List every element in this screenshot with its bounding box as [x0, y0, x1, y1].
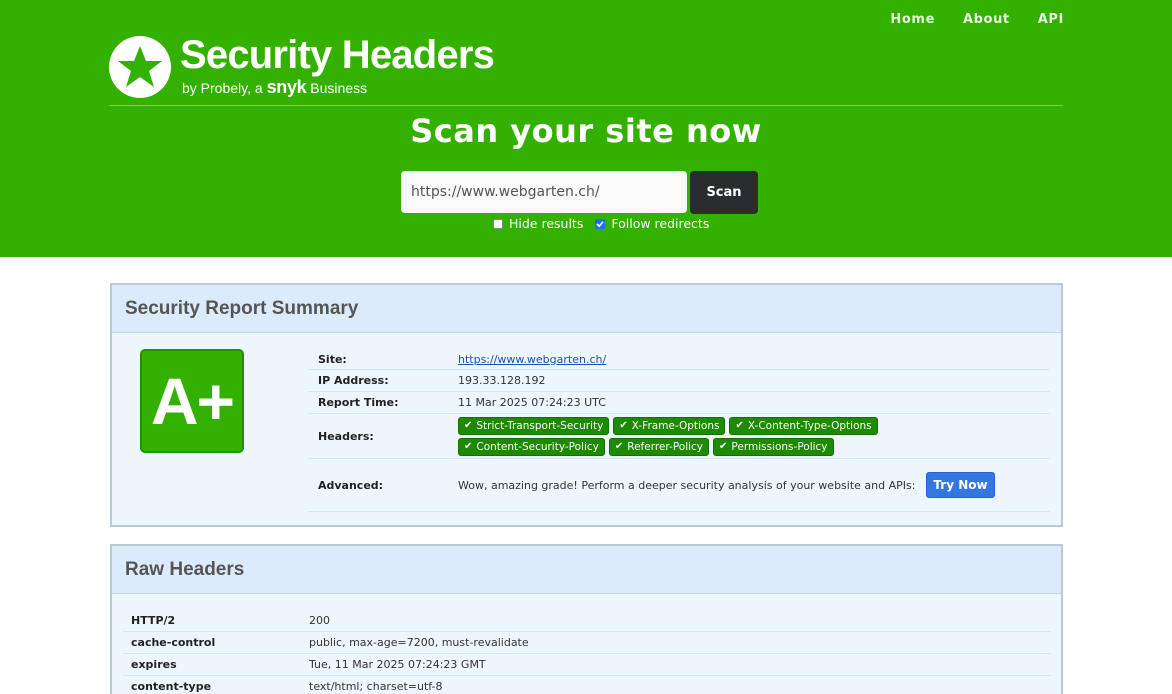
- header-key: HTTP/2: [131, 614, 176, 627]
- raw-headers-header: Raw Headers: [112, 546, 1061, 594]
- check-icon: ✔: [464, 420, 473, 431]
- site-logo[interactable]: Security Headers by Probely, a snyk Busi…: [109, 33, 495, 98]
- summary-table: Site: https://www.webgarten.ch/ IP Addre…: [308, 349, 1050, 512]
- advanced-label: Advanced:: [318, 478, 384, 492]
- hide-results-option[interactable]: Hide results: [493, 216, 583, 231]
- grade-badge: A+: [140, 349, 244, 453]
- site-link[interactable]: https://www.webgarten.ch/: [458, 353, 606, 366]
- report-time-row: Report Time: 11 Mar 2025 07:24:23 UTC: [308, 392, 1050, 414]
- header-badge[interactable]: ✔ X-Content-Type-Options: [729, 416, 878, 435]
- grade-value: A+: [150, 364, 235, 438]
- logo-title: Security Headers: [180, 33, 495, 77]
- nav-about-link[interactable]: About: [963, 12, 1010, 27]
- raw-headers: Raw Headers HTTP/2 200 cache-control pub…: [110, 544, 1063, 694]
- table-row: expires Tue, 11 Mar 2025 07:24:23 GMT: [123, 654, 1051, 676]
- header-key: cache-control: [131, 636, 216, 649]
- check-icon: ✔: [614, 441, 624, 452]
- follow-redirects-label: Follow redirects: [611, 216, 710, 231]
- headers-row: Headers: ✔ Strict-Transport-Security ✔ X-F…: [308, 414, 1050, 459]
- header-badge[interactable]: ✔ Referrer-Policy: [608, 437, 710, 456]
- advanced-text: Wow, amazing grade! Perform a deeper sec…: [458, 478, 916, 492]
- site-label: Site:: [318, 352, 347, 366]
- checkmark-icon: [596, 220, 604, 227]
- table-row: content-type text/html; charset=utf-8: [123, 676, 1051, 694]
- table-row: cache-control public, max-age=7200, must…: [123, 632, 1051, 654]
- nav-home-link[interactable]: Home: [890, 12, 935, 27]
- hide-results-checkbox[interactable]: [493, 218, 503, 229]
- table-row: HTTP/2 200: [123, 610, 1051, 632]
- follow-redirects-option[interactable]: Follow redirects: [595, 216, 709, 231]
- follow-redirects-checkbox[interactable]: [595, 218, 606, 229]
- header-value: public, max-age=7200, must-revalidate: [309, 636, 529, 649]
- header-value: 200: [309, 614, 330, 627]
- security-report-summary: Security Report Summary A+ Site: https:/…: [110, 283, 1063, 527]
- hero-banner: Home About API Security Headers by Probe…: [0, 0, 1172, 257]
- raw-headers-table: HTTP/2 200 cache-control public, max-age…: [123, 610, 1051, 694]
- hero-title: Scan your site now: [410, 112, 762, 150]
- header-value: text/html; charset=utf-8: [309, 680, 443, 693]
- check-icon: ✔: [619, 420, 628, 431]
- report-time-value: 11 Mar 2025 07:24:23 UTC: [458, 396, 606, 409]
- ip-row: IP Address: 193.33.128.192: [308, 370, 1050, 392]
- logo-subtitle: by Probely, a snyk Business: [182, 77, 368, 97]
- header-badges: ✔ Strict-Transport-Security ✔ X-Frame-Opti…: [458, 416, 998, 456]
- headers-label: Headers:: [318, 429, 374, 443]
- header-badge[interactable]: ✔ Permissions-Policy: [713, 437, 834, 456]
- header-badge[interactable]: ✔ Content-Security-Policy: [458, 437, 605, 456]
- check-icon: ✔: [464, 441, 473, 452]
- hero-divider: [109, 105, 1063, 106]
- header-key: content-type: [131, 680, 212, 693]
- scan-form: Scan: [401, 171, 758, 214]
- raw-headers-title: Raw Headers: [125, 558, 245, 580]
- nav-api-link[interactable]: API: [1038, 12, 1064, 27]
- scan-options: Hide results Follow redirects: [493, 216, 721, 231]
- header-badge[interactable]: ✔ Strict-Transport-Security: [458, 416, 610, 435]
- site-row: Site: https://www.webgarten.ch/: [308, 349, 1050, 370]
- report-time-label: Report Time:: [318, 396, 399, 409]
- scan-button[interactable]: Scan: [690, 171, 758, 214]
- snyk-wordmark: snyk: [266, 77, 307, 97]
- advanced-row: Advanced: Wow, amazing grade! Perform a …: [308, 459, 1050, 512]
- ip-label: IP Address:: [318, 374, 389, 387]
- summary-header: Security Report Summary: [112, 285, 1061, 333]
- top-nav: Home About API: [890, 12, 1064, 27]
- ip-value: 193.33.128.192: [458, 374, 546, 387]
- header-value: Tue, 11 Mar 2025 07:24:23 GMT: [309, 658, 486, 671]
- summary-title: Security Report Summary: [125, 297, 359, 319]
- check-icon: ✔: [719, 441, 728, 452]
- try-now-button[interactable]: Try Now: [926, 472, 995, 498]
- header-badge[interactable]: ✔ X-Frame-Options: [613, 416, 726, 435]
- url-input[interactable]: [401, 171, 687, 213]
- star-icon: [109, 36, 171, 98]
- hide-results-label: Hide results: [509, 216, 584, 231]
- header-key: expires: [131, 658, 177, 671]
- check-icon: ✔: [735, 420, 744, 431]
